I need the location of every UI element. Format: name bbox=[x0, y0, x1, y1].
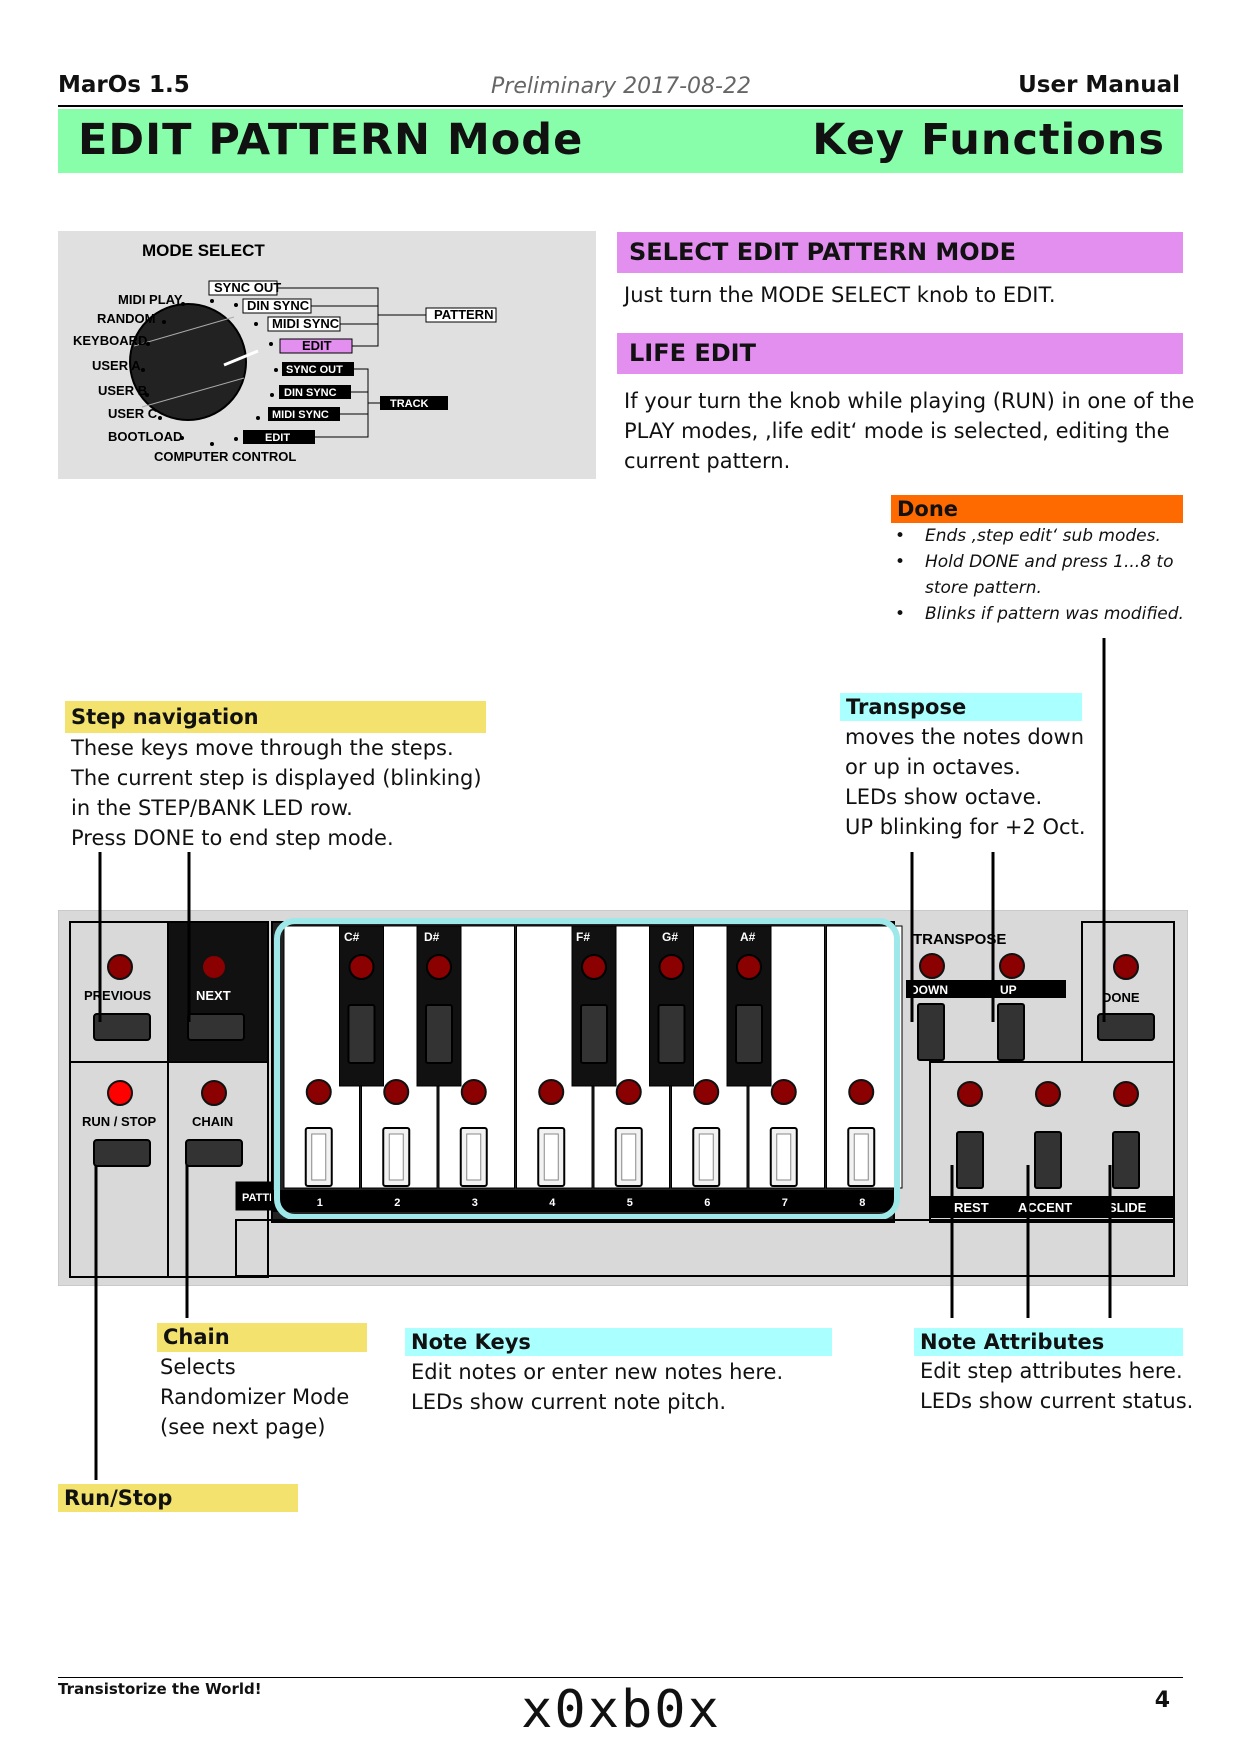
chain-line: Selects bbox=[160, 1355, 236, 1379]
note-attr-text: Edit step attributes here. LEDs show cur… bbox=[920, 1356, 1193, 1416]
chain-title: Chain bbox=[157, 1323, 367, 1352]
footer-rule bbox=[58, 1677, 1183, 1678]
footer-logo: x0xb0x bbox=[521, 1680, 721, 1740]
note-attr-title: Note Attributes bbox=[914, 1328, 1183, 1356]
note-keys-title: Note Keys bbox=[405, 1328, 832, 1356]
note-keys-line: LEDs show current note pitch. bbox=[411, 1390, 727, 1414]
chain-line: Randomizer Mode bbox=[160, 1385, 350, 1409]
note-keys-line: Edit notes or enter new notes here. bbox=[411, 1360, 784, 1384]
note-keys-text: Edit notes or enter new notes here. LEDs… bbox=[411, 1357, 783, 1417]
run-stop-title: Run/Stop bbox=[58, 1484, 298, 1512]
chain-line: (see next page) bbox=[160, 1415, 326, 1439]
note-attr-line: LEDs show current status. bbox=[920, 1389, 1194, 1413]
chain-text: Selects Randomizer Mode (see next page) bbox=[160, 1352, 349, 1442]
page-number: 4 bbox=[1154, 1688, 1170, 1713]
note-attr-line: Edit step attributes here. bbox=[920, 1359, 1183, 1383]
